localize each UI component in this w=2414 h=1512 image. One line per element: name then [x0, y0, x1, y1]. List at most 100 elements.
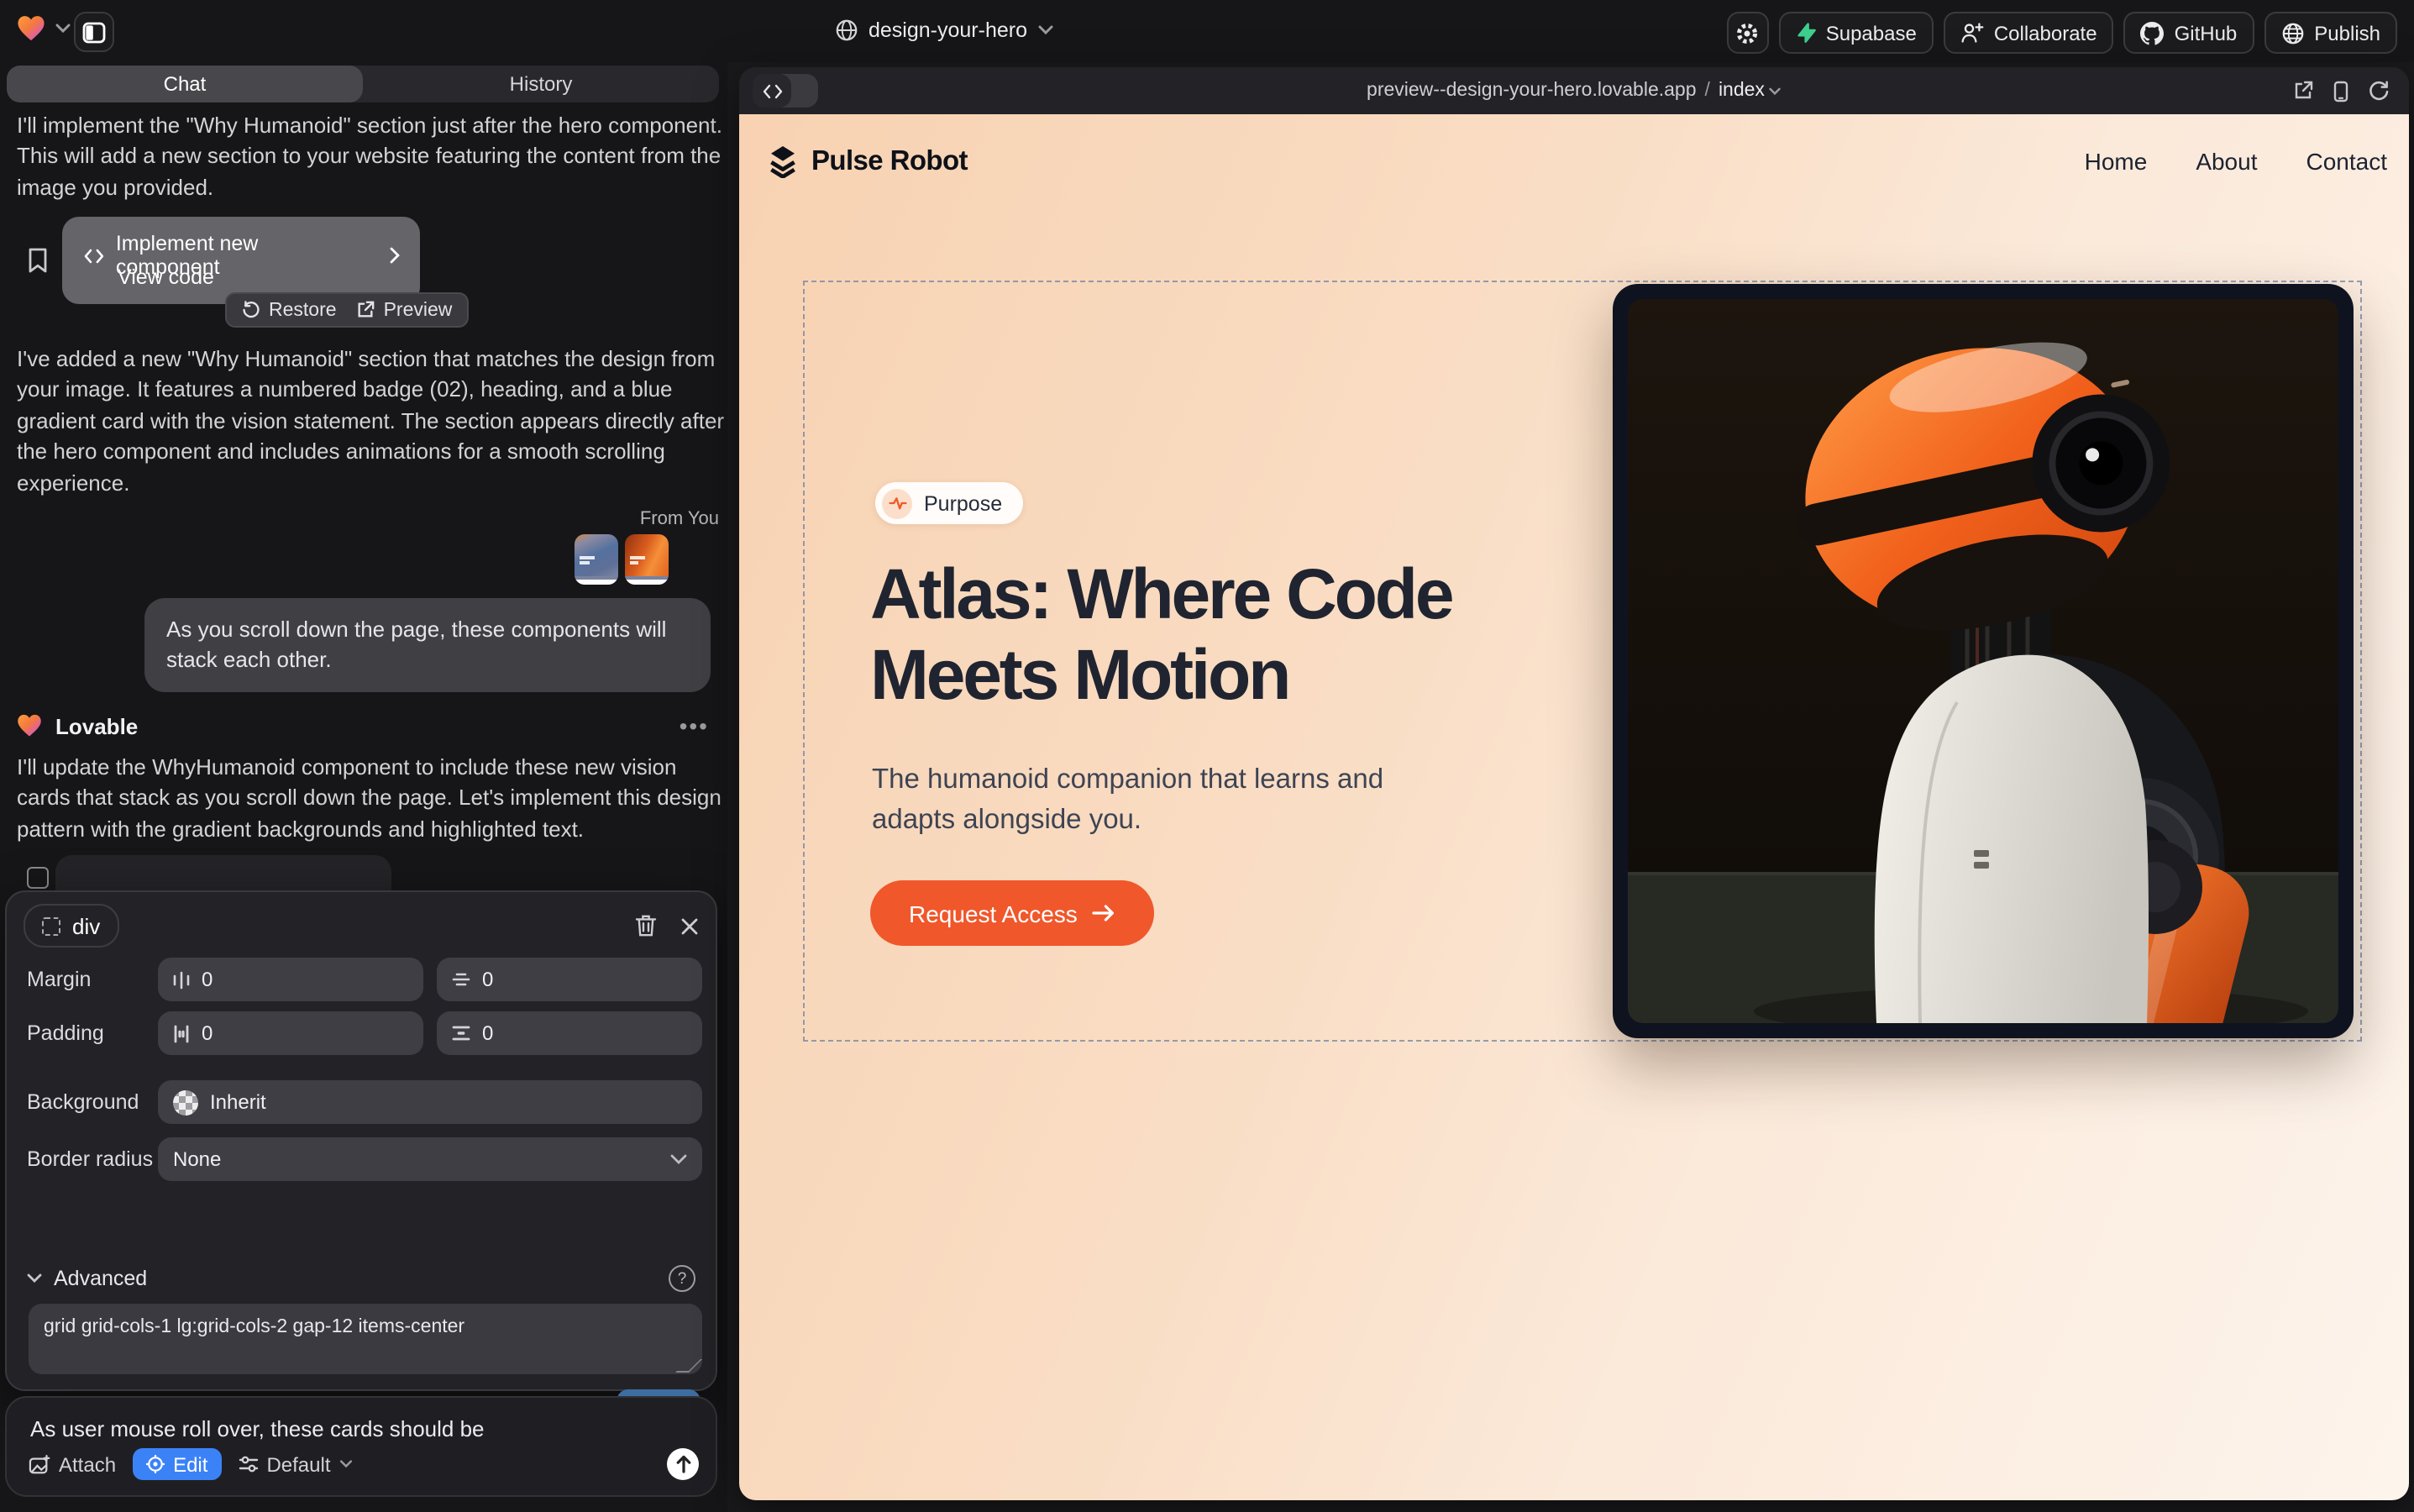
padding-horizontal-icon — [173, 1024, 190, 1042]
nav-home[interactable]: Home — [2085, 148, 2148, 175]
assistant-header: Lovable ••• — [17, 712, 709, 739]
border-radius-select[interactable]: None — [158, 1137, 702, 1181]
github-icon — [2141, 21, 2165, 45]
preview-browser: preview--design-your-hero.lovable.app / … — [739, 67, 2409, 1500]
border-radius-row: Border radius None — [27, 1137, 702, 1181]
collaborate-button[interactable]: Collaborate — [1944, 12, 2114, 54]
publish-button[interactable]: Publish — [2264, 12, 2397, 54]
code-icon — [753, 74, 791, 108]
trash-icon[interactable] — [635, 914, 657, 937]
workspace-menu[interactable] — [17, 15, 71, 42]
github-button[interactable]: GitHub — [2124, 12, 2254, 54]
bookmark-icon[interactable] — [27, 247, 49, 274]
padding-x-input[interactable]: 0 — [158, 1011, 423, 1055]
background-input[interactable]: Inherit — [158, 1080, 702, 1124]
attachment-icon — [27, 867, 49, 889]
from-you-label: From You — [17, 509, 719, 529]
supabase-icon — [1796, 22, 1816, 44]
attachment-thumbnail[interactable] — [575, 534, 618, 585]
open-in-new-tab-icon[interactable] — [2293, 81, 2313, 101]
margin-x-input[interactable]: 0 — [158, 958, 423, 1001]
request-access-button[interactable]: Request Access — [870, 880, 1155, 946]
lovable-logo-icon — [17, 15, 45, 42]
padding-y-input[interactable]: 0 — [437, 1011, 702, 1055]
chevron-down-icon — [55, 24, 71, 34]
people-plus-icon — [1960, 22, 1984, 44]
chat-history-tabs: Chat History — [7, 66, 719, 102]
padding-row: Padding 0 0 — [27, 1011, 702, 1055]
image-plus-icon — [29, 1454, 50, 1474]
project-switcher[interactable]: design-your-hero — [835, 13, 1052, 47]
message-hover-toolbar: Restore Preview — [225, 292, 469, 328]
purpose-badge: Purpose — [875, 482, 1022, 524]
chevron-down-icon — [670, 1154, 687, 1164]
topbar: design-your-hero Supabase — [0, 0, 2414, 62]
site-viewport: Pulse Robot Home About Contact — [739, 114, 2409, 1500]
lovable-app: design-your-hero Supabase — [0, 0, 2414, 1512]
chevron-right-icon — [390, 247, 400, 264]
component-edit-card[interactable]: Implement new component View code — [62, 217, 420, 304]
view-code-link[interactable]: View code — [118, 265, 214, 289]
sliders-icon — [238, 1455, 258, 1473]
project-name: design-your-hero — [869, 18, 1027, 42]
preview-button[interactable]: Preview — [357, 300, 453, 320]
composer-draft-text[interactable]: As user mouse roll over, these cards sho… — [30, 1416, 485, 1441]
settings-button[interactable] — [1727, 12, 1769, 54]
site-logo[interactable]: Pulse Robot — [766, 144, 968, 178]
preview-page-select[interactable]: index — [1719, 81, 1782, 101]
tailwind-classes-input[interactable]: grid grid-cols-1 lg:grid-cols-2 gap-12 i… — [29, 1304, 702, 1374]
external-link-icon — [357, 301, 375, 319]
assistant-message: I've added a new "Why Humanoid" section … — [17, 344, 726, 500]
element-outline-icon — [42, 916, 60, 935]
background-row: Background Inherit — [27, 1080, 702, 1124]
site-header: Pulse Robot Home About Contact — [766, 144, 2387, 178]
chevron-down-icon — [1770, 87, 1782, 95]
assistant-message: I'll implement the "Why Humanoid" sectio… — [17, 111, 722, 204]
send-button[interactable] — [667, 1448, 699, 1480]
restore-icon — [242, 301, 260, 319]
padding-vertical-icon — [452, 1025, 470, 1042]
topbar-actions: Supabase Collaborate GitHub — [1727, 12, 2397, 54]
transparency-swatch-icon — [173, 1089, 198, 1115]
code-preview-toggle[interactable] — [753, 74, 818, 108]
chat-composer[interactable]: As user mouse roll over, these cards sho… — [5, 1396, 717, 1497]
refresh-icon[interactable] — [2369, 81, 2389, 101]
selected-element-chip[interactable]: div — [24, 904, 118, 948]
more-options-icon[interactable]: ••• — [680, 712, 709, 739]
advanced-section-toggle[interactable]: Advanced ? — [27, 1265, 695, 1292]
tab-history[interactable]: History — [363, 66, 719, 102]
nav-contact[interactable]: Contact — [2306, 148, 2388, 175]
robot-image — [1628, 299, 2338, 1023]
element-inspector-panel: div Margin 0 — [5, 890, 717, 1391]
arrow-up-icon — [674, 1455, 691, 1473]
gear-icon — [1736, 21, 1760, 45]
attach-button[interactable]: Attach — [29, 1452, 116, 1476]
preview-url[interactable]: preview--design-your-hero.lovable.app / … — [1367, 81, 1782, 101]
pulse-icon — [888, 496, 906, 511]
hero-robot-card — [1613, 284, 2354, 1038]
margin-y-input[interactable]: 0 — [437, 958, 702, 1001]
help-icon[interactable]: ? — [669, 1265, 695, 1292]
edit-mode-button[interactable]: Edit — [133, 1448, 221, 1480]
chat-sidebar: Chat History I'll implement the "Why Hum… — [0, 62, 727, 1512]
sidebar-toggle-button[interactable] — [74, 12, 114, 52]
model-mode-select[interactable]: Default — [238, 1452, 352, 1476]
mobile-view-icon[interactable] — [2333, 80, 2348, 102]
margin-vertical-icon — [452, 971, 470, 988]
chevron-down-icon — [1037, 25, 1052, 35]
chevron-down-icon — [339, 1460, 353, 1468]
chevron-down-icon — [27, 1273, 42, 1284]
close-icon[interactable] — [680, 916, 699, 935]
code-icon — [84, 248, 104, 263]
lovable-heart-icon — [17, 714, 42, 738]
restore-button[interactable]: Restore — [242, 300, 337, 320]
supabase-button[interactable]: Supabase — [1779, 12, 1934, 54]
attachment-thumbnail[interactable] — [625, 534, 669, 585]
tab-chat[interactable]: Chat — [7, 66, 363, 102]
target-icon — [146, 1455, 165, 1473]
user-message-bubble: As you scroll down the page, these compo… — [144, 598, 711, 693]
nav-about[interactable]: About — [2196, 148, 2257, 175]
preview-address-bar: preview--design-your-hero.lovable.app / … — [739, 67, 2409, 114]
globe-icon — [835, 18, 858, 42]
globe-icon — [2280, 21, 2304, 45]
